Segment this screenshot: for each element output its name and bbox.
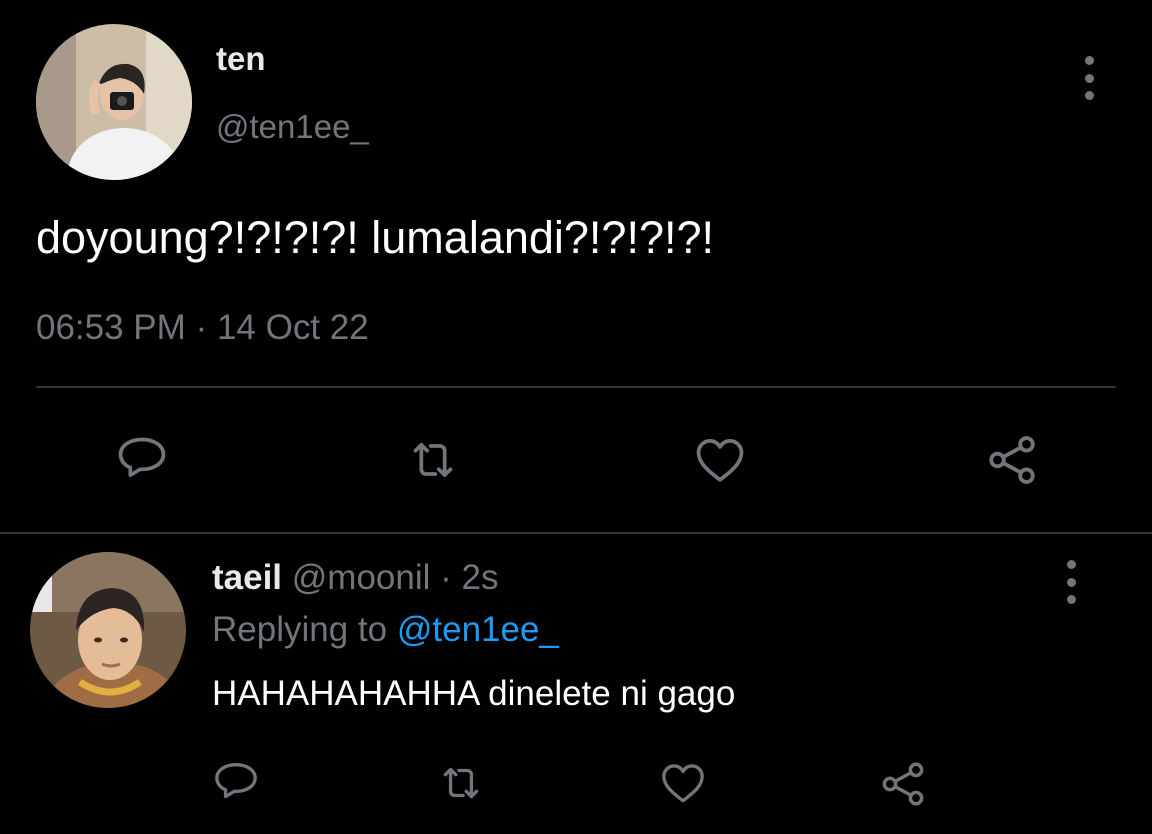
reply-tweet-handle[interactable]: @moonil [292, 558, 431, 597]
tweet-detail-view: ten @ten1ee_ doyoung?!?!?!?! lumalandi?!… [0, 0, 1152, 834]
reply-like-button[interactable] [654, 756, 712, 810]
reply-tweet-avatar[interactable] [30, 552, 186, 708]
main-tweet-divider [36, 386, 1116, 388]
like-icon [662, 764, 704, 803]
reply-icon [215, 763, 257, 799]
main-tweet-timestamp[interactable]: 06:53 PM · 14 Oct 22 [36, 308, 369, 348]
reply-reply-button[interactable] [208, 756, 264, 810]
main-like-button[interactable] [688, 430, 752, 490]
reply-tweet-text: HAHAHAHAHHA dinelete ni gago [212, 674, 736, 713]
retweet-icon [443, 767, 479, 799]
main-retweet-button[interactable] [398, 430, 468, 490]
main-tweet-display-name[interactable]: ten [216, 40, 266, 78]
main-share-button[interactable] [980, 430, 1044, 490]
timestamp-separator: · [195, 308, 208, 347]
main-tweet-date: 14 Oct 22 [216, 308, 369, 347]
reply-tweet-age[interactable]: 2s [462, 558, 499, 597]
share-icon [989, 436, 1035, 484]
retweet-icon [413, 442, 453, 478]
main-tweet-avatar[interactable] [36, 24, 192, 180]
reply-tweet-header: taeil @moonil · 2s [212, 558, 499, 598]
reply-retweet-button[interactable] [430, 756, 492, 810]
main-tweet-handle[interactable]: @ten1ee_ [216, 108, 369, 146]
reply-tweet-separator: · [440, 558, 452, 597]
reply-tweet-display-name[interactable]: taeil [212, 558, 282, 597]
main-tweet-more-icon[interactable] [1077, 56, 1101, 100]
reply-tweet-more-icon[interactable] [1059, 560, 1083, 604]
tweet-separator [0, 532, 1152, 534]
replying-to-handle-link[interactable]: @ten1ee_ [397, 610, 559, 649]
reply-share-button[interactable] [874, 756, 932, 812]
replying-to-label: Replying to [212, 610, 388, 649]
main-tweet-time: 06:53 PM [36, 308, 186, 347]
reply-icon [118, 437, 166, 478]
share-icon [882, 762, 924, 806]
like-icon [696, 439, 744, 482]
main-tweet-text: doyoung?!?!?!?! lumalandi?!?!?!?! [36, 212, 715, 263]
main-reply-button[interactable] [110, 430, 174, 490]
reply-tweet-replying-to: Replying to @ten1ee_ [212, 610, 559, 650]
profile-photo-icon [30, 552, 186, 708]
profile-photo-icon [36, 24, 192, 180]
